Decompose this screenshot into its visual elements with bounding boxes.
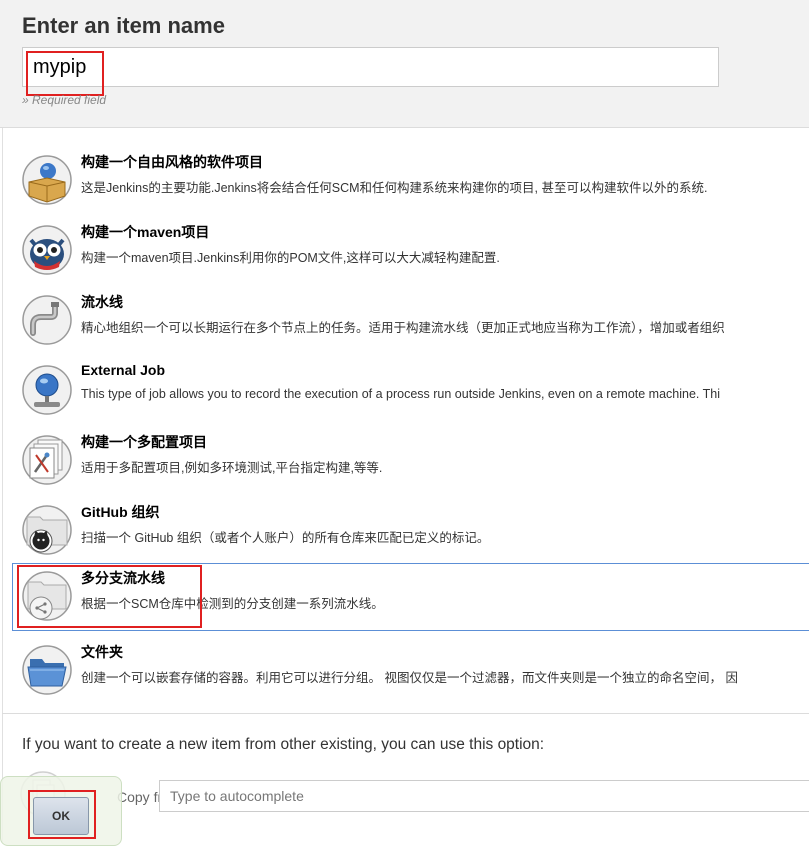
page-title: Enter an item name	[22, 13, 225, 38]
item-type-folder[interactable]: 文件夹 创建一个可以嵌套存储的容器。利用它可以进行分组。 视图仅仅是一个过滤器，…	[12, 637, 809, 705]
item-description: 根据一个SCM仓库中检测到的分支创建一系列流水线。	[81, 597, 384, 611]
item-type-maven[interactable]: 构建一个maven项目 构建一个maven项目.Jenkins利用你的POM文件…	[12, 217, 809, 285]
item-type-multibranch-pipeline[interactable]: 多分支流水线 根据一个SCM仓库中检测到的分支创建一系列流水线。	[12, 563, 809, 631]
multibranch-pipeline-icon	[22, 571, 72, 621]
item-description: 这是Jenkins的主要功能.Jenkins将会结合任何SCM和任何构建系统来构…	[81, 181, 708, 195]
item-description: This type of job allows you to record th…	[81, 387, 721, 401]
item-title: External Job	[81, 362, 166, 378]
item-description: 构建一个maven项目.Jenkins利用你的POM文件,这样可以大大减轻构建配…	[81, 251, 500, 265]
ok-button[interactable]: OK	[33, 797, 89, 835]
required-field-note: » Required field	[22, 93, 107, 107]
item-type-external-job[interactable]: External Job This type of job allows you…	[12, 357, 809, 425]
item-description: 创建一个可以嵌套存储的容器。利用它可以进行分组。 视图仅仅是一个过滤器，而文件夹…	[81, 671, 738, 685]
item-title: GitHub 组织	[81, 504, 160, 520]
item-title: 构建一个自由风格的软件项目	[81, 154, 263, 170]
item-title: 构建一个maven项目	[81, 224, 210, 240]
github-organization-icon	[22, 505, 72, 555]
item-title: 多分支流水线	[81, 570, 165, 586]
pipeline-icon	[22, 295, 72, 345]
multi-config-icon	[22, 435, 72, 485]
section-divider	[2, 713, 809, 714]
item-description: 精心地组织一个可以长期运行在多个节点上的任务。适用于构建流水线（更加正式地应当称…	[81, 321, 725, 335]
item-type-multi-config[interactable]: 构建一个多配置项目 适用于多配置项目,例如多环境测试,平台指定构建,等等.	[12, 427, 809, 495]
item-description: 适用于多配置项目,例如多环境测试,平台指定构建,等等.	[81, 461, 383, 475]
copy-from-input[interactable]	[159, 780, 809, 812]
item-name-input[interactable]	[22, 47, 719, 87]
item-title: 构建一个多配置项目	[81, 434, 207, 450]
freestyle-box-icon	[22, 155, 72, 205]
item-type-github-organization[interactable]: GitHub 组织 扫描一个 GitHub 组织（或者个人账户）的所有仓库来匹配…	[12, 497, 809, 565]
item-type-pipeline[interactable]: 流水线 精心地组织一个可以长期运行在多个节点上的任务。适用于构建流水线（更加正式…	[12, 287, 809, 355]
maven-owl-icon	[22, 225, 72, 275]
item-description: 扫描一个 GitHub 组织（或者个人账户）的所有仓库来匹配已定义的标记。	[81, 531, 490, 545]
folder-icon	[22, 645, 72, 695]
item-title: 流水线	[81, 294, 123, 310]
external-job-icon	[22, 365, 72, 415]
item-title: 文件夹	[81, 644, 123, 660]
item-name-header: Enter an item name » Required field	[0, 0, 809, 128]
item-type-freestyle[interactable]: 构建一个自由风格的软件项目 这是Jenkins的主要功能.Jenkins将会结合…	[12, 147, 809, 215]
copy-option-label: If you want to create a new item from ot…	[22, 736, 545, 753]
left-border	[2, 128, 3, 842]
